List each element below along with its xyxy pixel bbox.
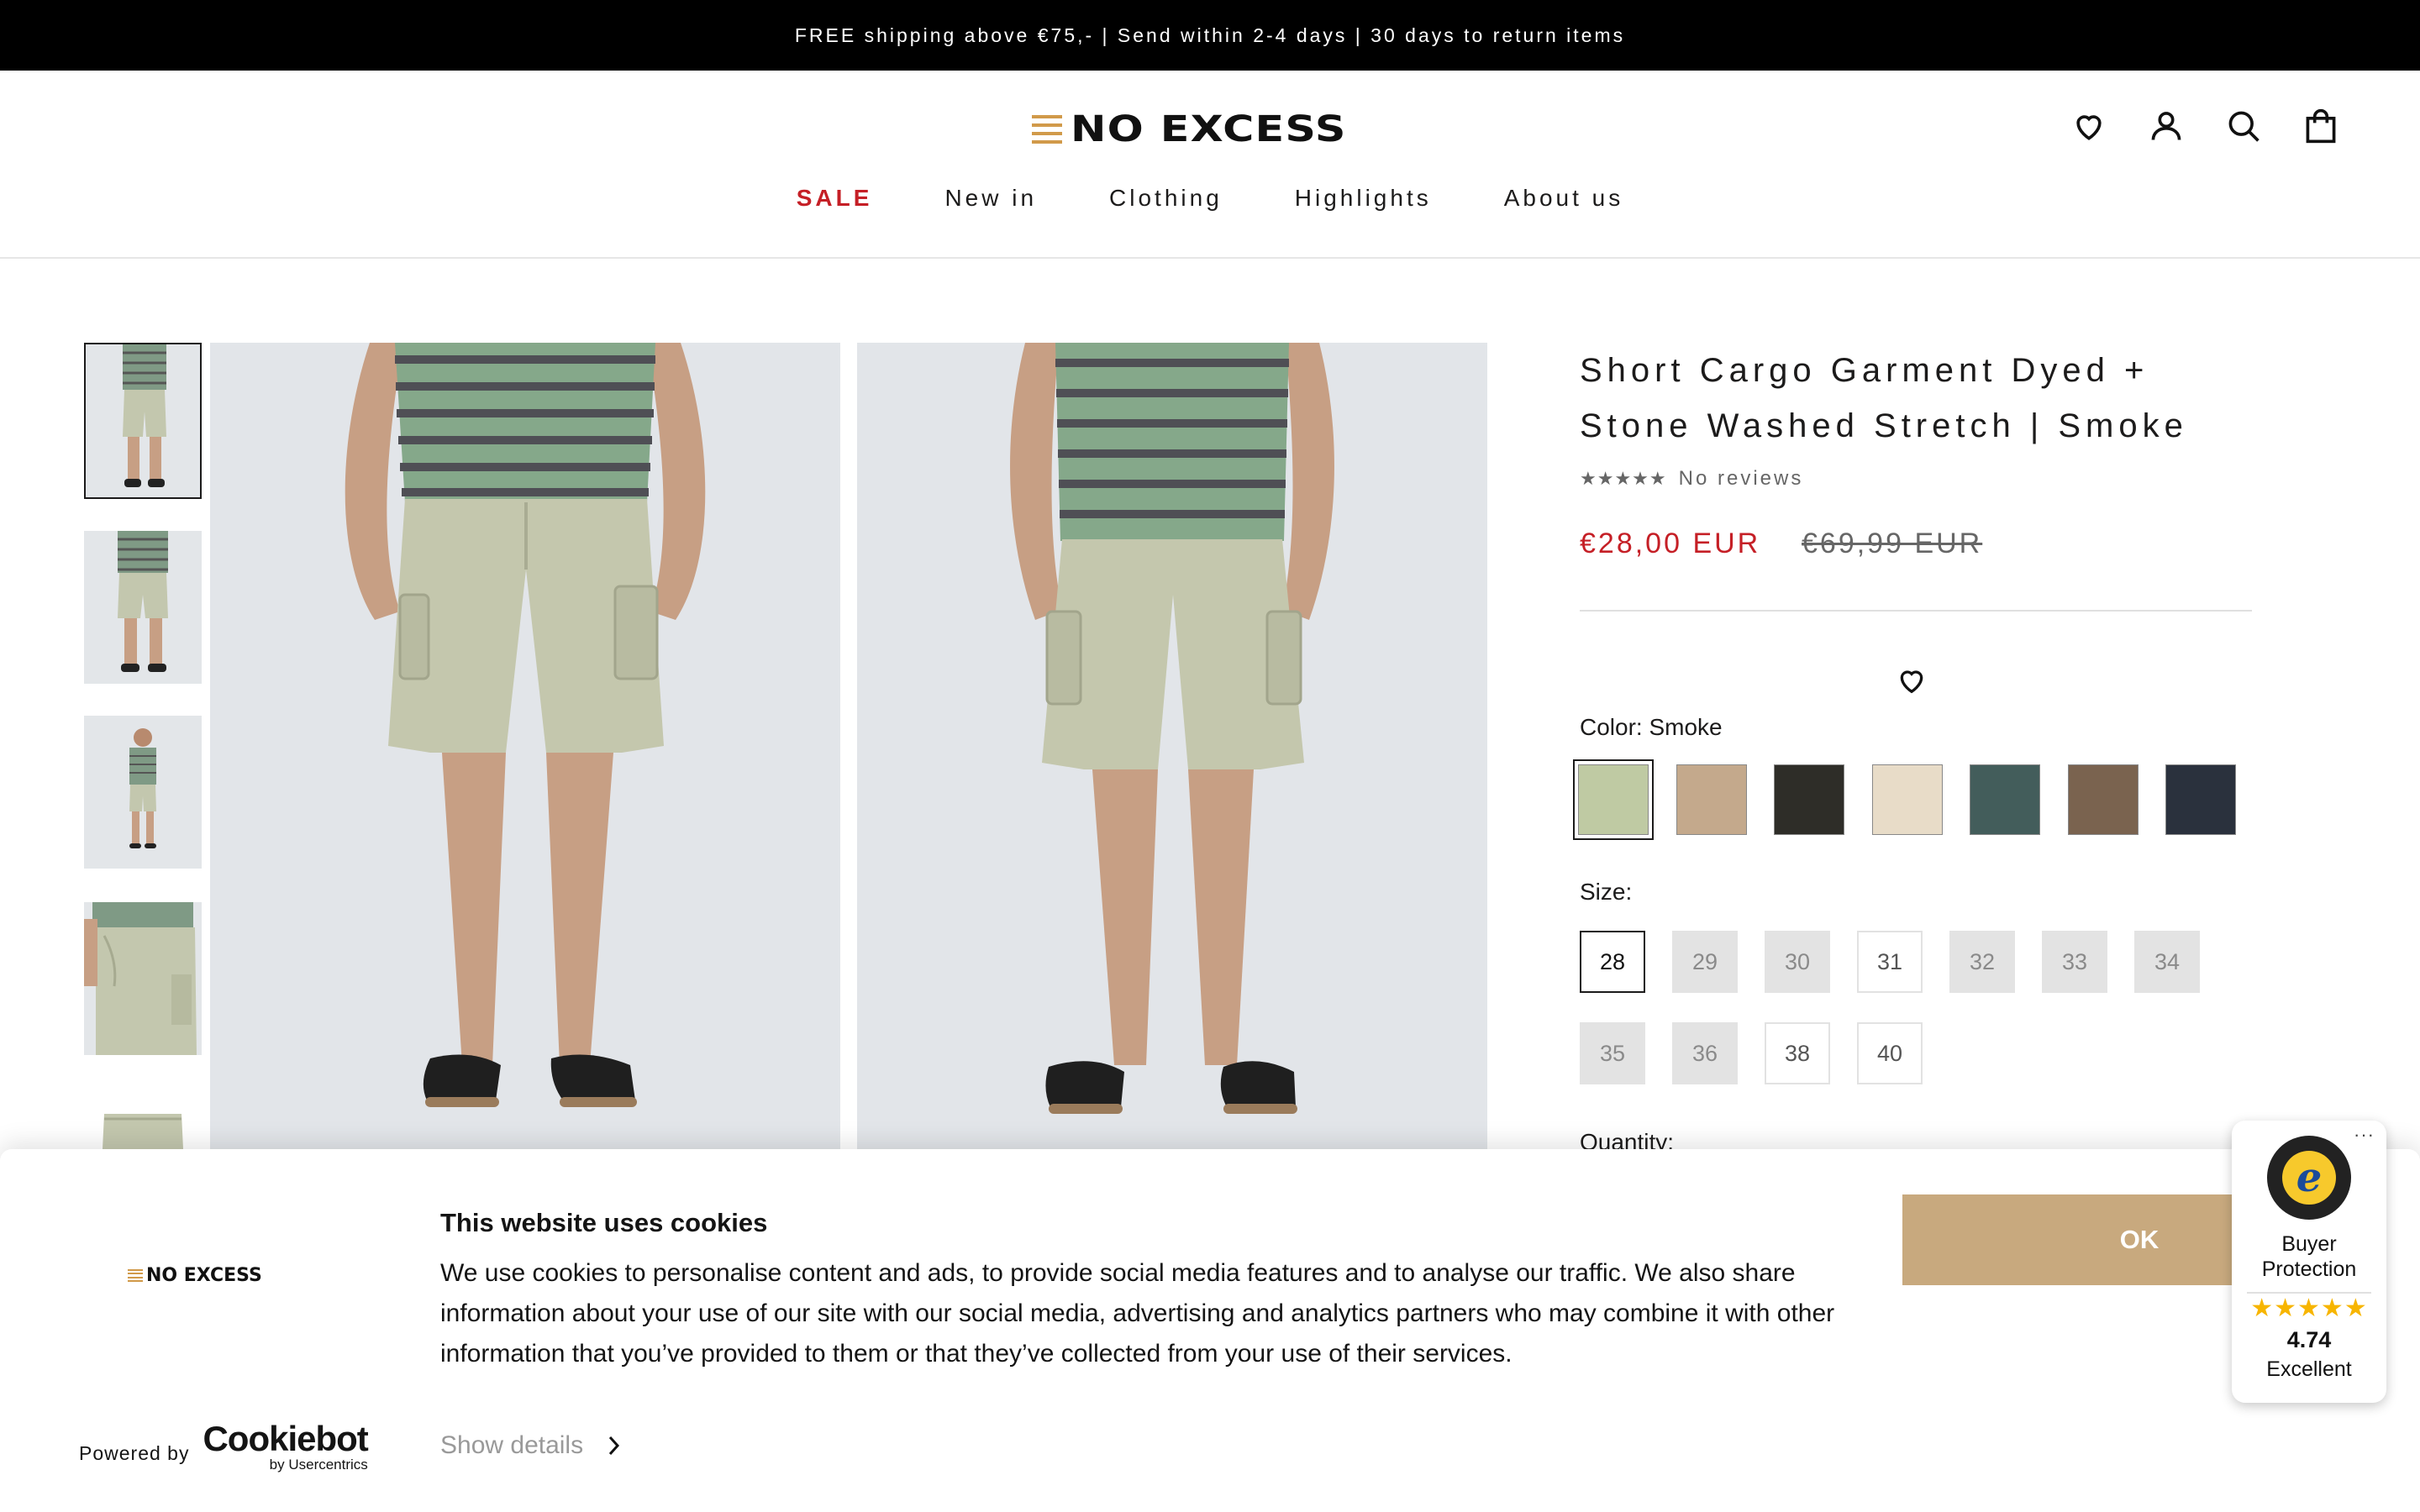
color-swatch[interactable] [2067,764,2139,835]
nav-clothing[interactable]: Clothing [1109,185,1223,212]
show-details-link[interactable]: Show details [440,1431,622,1460]
cookie-banner: NO EXCESS This website uses cookies We u… [0,1149,2420,1512]
product-reviews[interactable]: ★★★★★ No reviews [1580,467,1803,491]
size-option[interactable]: 29 [1672,931,1738,993]
cookie-logo-text: NO EXCESS [146,1265,262,1286]
size-option[interactable]: 40 [1857,1022,1923,1084]
size-option[interactable]: 28 [1580,931,1645,993]
logo-text: NO EXCESS [1071,108,1347,150]
buyer-protection-label: Buyer Protection [2261,1232,2357,1281]
trusted-shops-badge[interactable]: ··· e Buyer Protection ★★★★★ 4.74 Excell… [2232,1121,2386,1403]
thumbnail-1[interactable] [84,343,202,499]
thumbnail-2[interactable] [84,531,202,684]
color-swatch[interactable] [1676,764,1747,835]
heart-icon[interactable] [2070,108,2107,144]
site-logo[interactable]: NO EXCESS [1032,108,1345,151]
account-icon[interactable] [2148,108,2185,144]
product-title: Short Cargo Garment Dyed + Stone Washed … [1580,352,2188,444]
main-nav: SALE New in Clothing Highlights About us [0,185,2420,212]
usercentrics-text: by Usercentrics [269,1457,368,1473]
size-option[interactable]: 34 [2134,931,2200,993]
nav-about[interactable]: About us [1504,185,1624,212]
color-swatch[interactable] [1578,764,1649,835]
thumbnail-4[interactable] [84,902,202,1055]
badge-rating-word: Excellent [2266,1357,2352,1381]
nav-highlights[interactable]: Highlights [1295,185,1432,212]
color-swatch[interactable] [1970,764,2040,835]
size-option[interactable]: 30 [1765,931,1830,993]
trusted-shops-seal-icon: e [2267,1136,2351,1220]
nav-sale[interactable]: SALE [797,185,873,212]
reviews-text: No reviews [1678,467,1804,490]
announcement-text: FREE shipping above €75,- | Send within … [794,24,1626,46]
size-option[interactable]: 36 [1672,1022,1738,1084]
badge-stars-icon: ★★★★★ [2250,1294,2368,1322]
size-option[interactable]: 32 [1949,931,2015,993]
show-details-text: Show details [440,1431,584,1459]
site-header: NO EXCESS SALE New in Clothing Highlight… [0,71,2420,259]
color-swatch[interactable] [1774,764,1844,835]
search-icon[interactable] [2225,108,2262,144]
announcement-bar: FREE shipping above €75,- | Send within … [0,0,2420,71]
cookiebot-credit[interactable]: Powered by Cookiebot by Usercentrics [79,1419,369,1473]
size-option[interactable]: 38 [1765,1022,1830,1084]
rating-stars-icon: ★★★★★ [1580,468,1667,489]
divider [1580,610,2252,612]
color-swatch[interactable] [2165,764,2236,835]
logo-mark-icon [128,1268,143,1283]
bag-icon[interactable] [2302,108,2339,144]
cookiebot-name: Cookiebot [203,1419,368,1458]
cookie-title: This website uses cookies [440,1208,768,1237]
chevron-right-icon [608,1436,620,1456]
heart-icon [1900,670,1923,694]
cookie-text: We use cookies to personalise content an… [440,1259,1835,1368]
badge-score: 4.74 [2286,1327,2332,1352]
color-label: Color: Smoke [1580,714,1723,740]
size-option[interactable]: 33 [2042,931,2107,993]
size-option[interactable]: 35 [1580,1022,1645,1084]
thumbnail-3[interactable] [84,716,202,869]
cookiebot-logo: Cookiebot by Usercentrics [203,1419,368,1473]
original-price: €69,99 EUR [1802,528,1983,559]
wishlist-button[interactable] [1895,664,1928,701]
sale-price: €28,00 EUR [1580,528,1761,559]
color-swatch[interactable] [1871,764,1943,835]
product-image-front[interactable] [210,343,840,1166]
nav-new-in[interactable]: New in [944,185,1037,212]
badge-menu-icon[interactable]: ··· [2354,1124,2375,1146]
size-label: Size: [1580,879,1633,905]
powered-by-text: Powered by [79,1442,190,1464]
header-icons [2070,108,2339,144]
size-option[interactable]: 31 [1857,931,1923,993]
product-image-back[interactable] [857,343,1487,1166]
logo-mark-icon [1032,115,1062,144]
thumbnail-5[interactable] [84,1089,202,1149]
cookie-banner-logo: NO EXCESS [128,1265,262,1286]
